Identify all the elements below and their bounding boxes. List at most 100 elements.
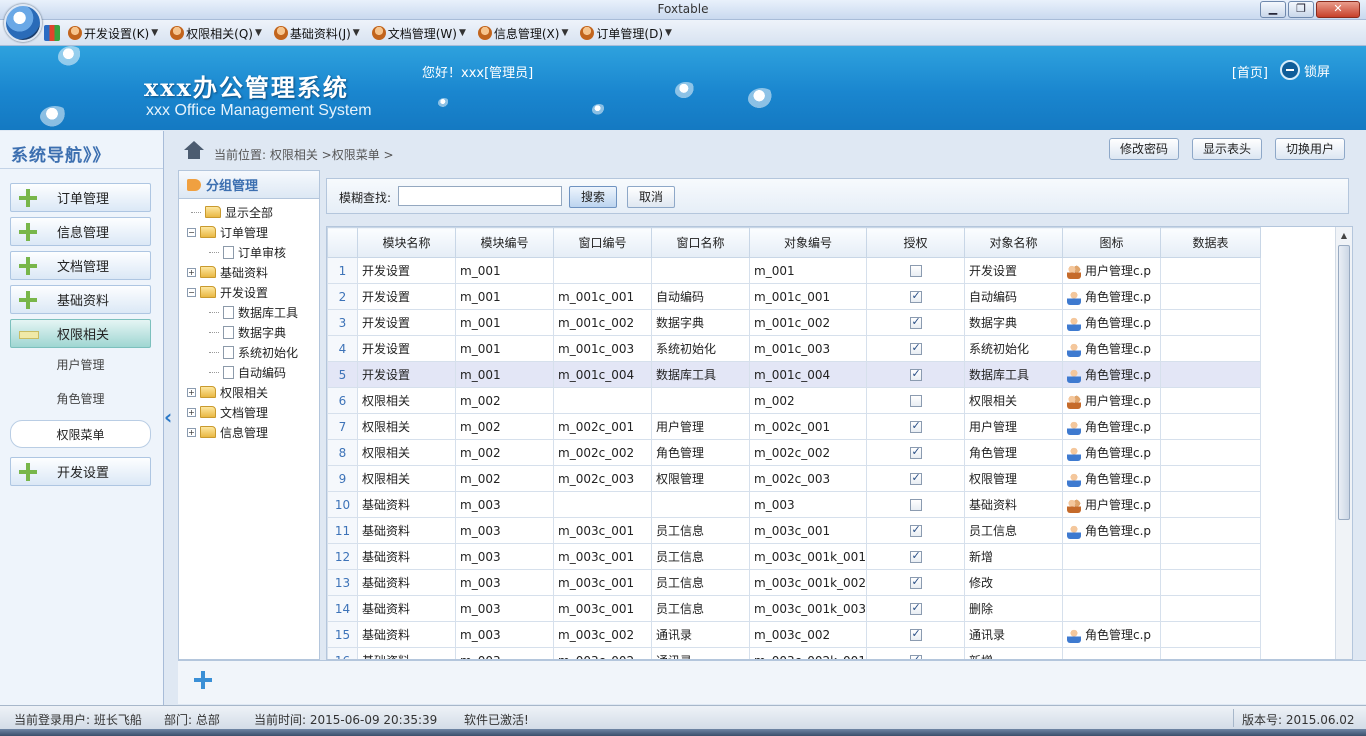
table-row[interactable]: 11基础资料m_003m_003c_001员工信息m_003c_001员工信息角… — [327, 517, 1261, 544]
cell-auth[interactable] — [866, 569, 965, 596]
cell-window-name[interactable]: 数据字典 — [651, 309, 750, 336]
cell-window-name[interactable]: 系统初始化 — [651, 335, 750, 362]
cell-module-name[interactable]: 开发设置 — [357, 335, 456, 362]
cell-object-name[interactable]: 新增 — [964, 647, 1063, 659]
cell-auth[interactable] — [866, 647, 965, 659]
cell-module-name[interactable]: 基础资料 — [357, 569, 456, 596]
cell-icon[interactable]: 角色管理c.p — [1062, 361, 1161, 388]
cell-window-id[interactable]: m_003c_002 — [553, 621, 652, 648]
auth-checkbox[interactable] — [909, 445, 922, 459]
row-number[interactable]: 4 — [327, 335, 358, 362]
column-header[interactable]: 对象编号 — [749, 227, 867, 258]
cell-window-name[interactable]: 员工信息 — [651, 543, 750, 570]
cell-module-id[interactable]: m_001 — [455, 335, 554, 362]
menu-doc-mgmt[interactable]: 文档管理(W) ▼ — [368, 23, 470, 43]
collapse-icon[interactable]: − — [187, 227, 196, 237]
cell-module-id[interactable]: m_002 — [455, 439, 554, 466]
row-number[interactable]: 8 — [327, 439, 358, 466]
column-header[interactable]: 对象名称 — [964, 227, 1063, 258]
menu-order-mgmt[interactable]: 订单管理(D) ▼ — [576, 23, 676, 43]
cell-object-id[interactable]: m_001c_001 — [749, 283, 867, 310]
cell-window-id[interactable] — [553, 387, 652, 414]
cell-window-name[interactable]: 通讯录 — [651, 647, 750, 659]
auth-checkbox[interactable] — [909, 341, 922, 355]
tree-node[interactable]: 数据库工具 — [209, 302, 298, 322]
tree-node[interactable]: − 开发设置 — [187, 282, 268, 302]
home-link[interactable]: [首页] — [1232, 62, 1268, 81]
cell-window-name[interactable]: 员工信息 — [651, 569, 750, 596]
scroll-thumb[interactable] — [1338, 245, 1350, 520]
cell-data-table[interactable] — [1160, 543, 1261, 570]
collapse-sidebar-icon[interactable]: ‹ — [164, 405, 178, 429]
cell-object-name[interactable]: 修改 — [964, 569, 1063, 596]
menu-dev-settings[interactable]: 开发设置(K) ▼ — [64, 23, 162, 43]
cell-object-id[interactable]: m_002c_002 — [749, 439, 867, 466]
close-button[interactable]: ✕ — [1316, 1, 1360, 18]
lock-screen-button[interactable]: 锁屏 — [1279, 60, 1330, 80]
cell-window-name[interactable]: 通讯录 — [651, 621, 750, 648]
cell-window-id[interactable]: m_002c_003 — [553, 465, 652, 492]
sidebar-item-dev[interactable]: 开发设置 — [10, 457, 151, 486]
cell-icon[interactable]: 用户管理c.p — [1062, 491, 1161, 518]
cell-window-name[interactable] — [651, 387, 750, 414]
cell-module-name[interactable]: 基础资料 — [357, 543, 456, 570]
cell-data-table[interactable] — [1160, 647, 1261, 659]
auth-checkbox[interactable] — [909, 289, 922, 303]
cell-auth[interactable] — [866, 309, 965, 336]
sidebar-item-docs[interactable]: 文档管理 — [10, 251, 151, 280]
expand-icon[interactable]: + — [187, 427, 196, 437]
tree-node[interactable]: − 订单管理 — [187, 222, 268, 242]
table-row[interactable]: 15基础资料m_003m_003c_002通讯录m_003c_002通讯录角色管… — [327, 621, 1261, 648]
cell-window-name[interactable] — [651, 257, 750, 284]
auth-checkbox[interactable] — [909, 627, 922, 641]
cell-auth[interactable] — [866, 491, 965, 518]
row-number[interactable]: 9 — [327, 465, 358, 492]
cell-object-name[interactable]: 删除 — [964, 595, 1063, 622]
row-number[interactable]: 7 — [327, 413, 358, 440]
cell-window-id[interactable]: m_003c_001 — [553, 543, 652, 570]
cell-auth[interactable] — [866, 595, 965, 622]
cell-icon[interactable]: 角色管理c.p — [1062, 283, 1161, 310]
auth-checkbox[interactable] — [909, 549, 922, 563]
cell-module-id[interactable]: m_001 — [455, 257, 554, 284]
cell-module-name[interactable]: 权限相关 — [357, 387, 456, 414]
cell-object-name[interactable]: 角色管理 — [964, 439, 1063, 466]
cell-auth[interactable] — [866, 387, 965, 414]
restore-button[interactable]: ❐ — [1288, 1, 1314, 18]
sidebar-item-info[interactable]: 信息管理 — [10, 217, 151, 246]
cell-window-name[interactable]: 员工信息 — [651, 517, 750, 544]
table-row[interactable]: 4开发设置m_001m_001c_003系统初始化m_001c_003系统初始化… — [327, 335, 1261, 362]
cell-module-id[interactable]: m_001 — [455, 283, 554, 310]
table-row[interactable]: 14 基础资料 m_003 m_003c_001 员工信息 m_003c_001k_003… — [327, 595, 1261, 622]
cell-data-table[interactable] — [1160, 387, 1261, 414]
cell-module-name[interactable]: 基础资料 — [357, 491, 456, 518]
collapse-icon[interactable]: − — [187, 287, 196, 297]
cell-module-id[interactable]: m_001 — [455, 309, 554, 336]
cell-window-id[interactable]: m_001c_003 — [553, 335, 652, 362]
cell-object-id[interactable]: m_003c_001k_002 — [749, 569, 867, 596]
cell-auth[interactable] — [866, 413, 965, 440]
expand-icon[interactable]: + — [187, 407, 196, 417]
expand-icon[interactable]: + — [187, 387, 196, 397]
cell-icon[interactable]: 角色管理c.p — [1062, 309, 1161, 336]
row-number[interactable]: 2 — [327, 283, 358, 310]
cell-window-id[interactable]: m_001c_001 — [553, 283, 652, 310]
cell-module-id[interactable]: m_003 — [455, 543, 554, 570]
row-number[interactable]: 11 — [327, 517, 358, 544]
cell-window-id[interactable]: m_003c_001 — [553, 569, 652, 596]
column-header[interactable]: 数据表 — [1160, 227, 1261, 258]
cell-data-table[interactable] — [1160, 465, 1261, 492]
cell-module-name[interactable]: 开发设置 — [357, 309, 456, 336]
minimize-button[interactable]: ▁ — [1260, 1, 1286, 18]
cell-object-name[interactable]: 数据库工具 — [964, 361, 1063, 388]
cell-window-id[interactable]: m_003c_002 — [553, 647, 652, 659]
row-number[interactable]: 15 — [327, 621, 358, 648]
menu-info-mgmt[interactable]: 信息管理(X) ▼ — [474, 23, 573, 43]
table-row[interactable]: 16基础资料m_003m_003c_002通讯录m_003c_002k_001 新… — [327, 647, 1261, 659]
cell-icon[interactable] — [1062, 569, 1161, 596]
cell-data-table[interactable] — [1160, 283, 1261, 310]
sidebar-item-basic[interactable]: 基础资料 — [10, 285, 151, 314]
cell-module-id[interactable]: m_003 — [455, 647, 554, 659]
column-header[interactable]: 窗口名称 — [651, 227, 750, 258]
tree-node[interactable]: + 文档管理 — [187, 402, 268, 422]
